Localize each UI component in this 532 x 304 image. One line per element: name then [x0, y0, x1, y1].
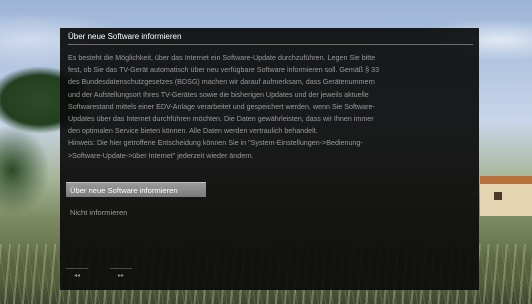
dialog-body-text: Es besteht die Möglichkeit, über das Int… [68, 52, 476, 162]
dialog-title: Über neue Software informieren [68, 32, 182, 41]
fast-forward-icon[interactable]: ▸▸ [110, 268, 132, 283]
title-divider [68, 44, 473, 45]
body-line: Softwarestand mittels einer EDV-Anlage v… [68, 102, 375, 111]
body-line: des Bundesdatenschutzgesetzes (BDSG) mac… [68, 78, 375, 87]
body-line: und der Aufstellungsort Ihres TV-Gerätes… [68, 90, 369, 99]
body-line: >Software-Update->über Internet" jederze… [68, 151, 254, 160]
dont-inform-button[interactable]: Nicht informieren [70, 208, 127, 217]
rewind-icon[interactable]: ◂◂ [66, 268, 88, 283]
inform-about-software-button[interactable]: Über neue Software informieren [66, 182, 206, 197]
body-line: Hinweis: Die hier getroffene Entscheidun… [68, 139, 363, 148]
background-house [480, 176, 532, 216]
body-line: den optimalen Service bieten können. All… [68, 127, 318, 136]
body-line: Es besteht die Möglichkeit, über das Int… [68, 54, 376, 62]
background-house-window [494, 192, 502, 200]
tv-screen: Über neue Software informieren Es besteh… [0, 0, 532, 304]
body-line: fest, ob Sie das TV-Gerät automatisch üb… [68, 66, 380, 75]
body-line: Updates über das Internet durchführen mö… [68, 115, 374, 124]
software-info-dialog: Über neue Software informieren Es besteh… [60, 28, 479, 290]
